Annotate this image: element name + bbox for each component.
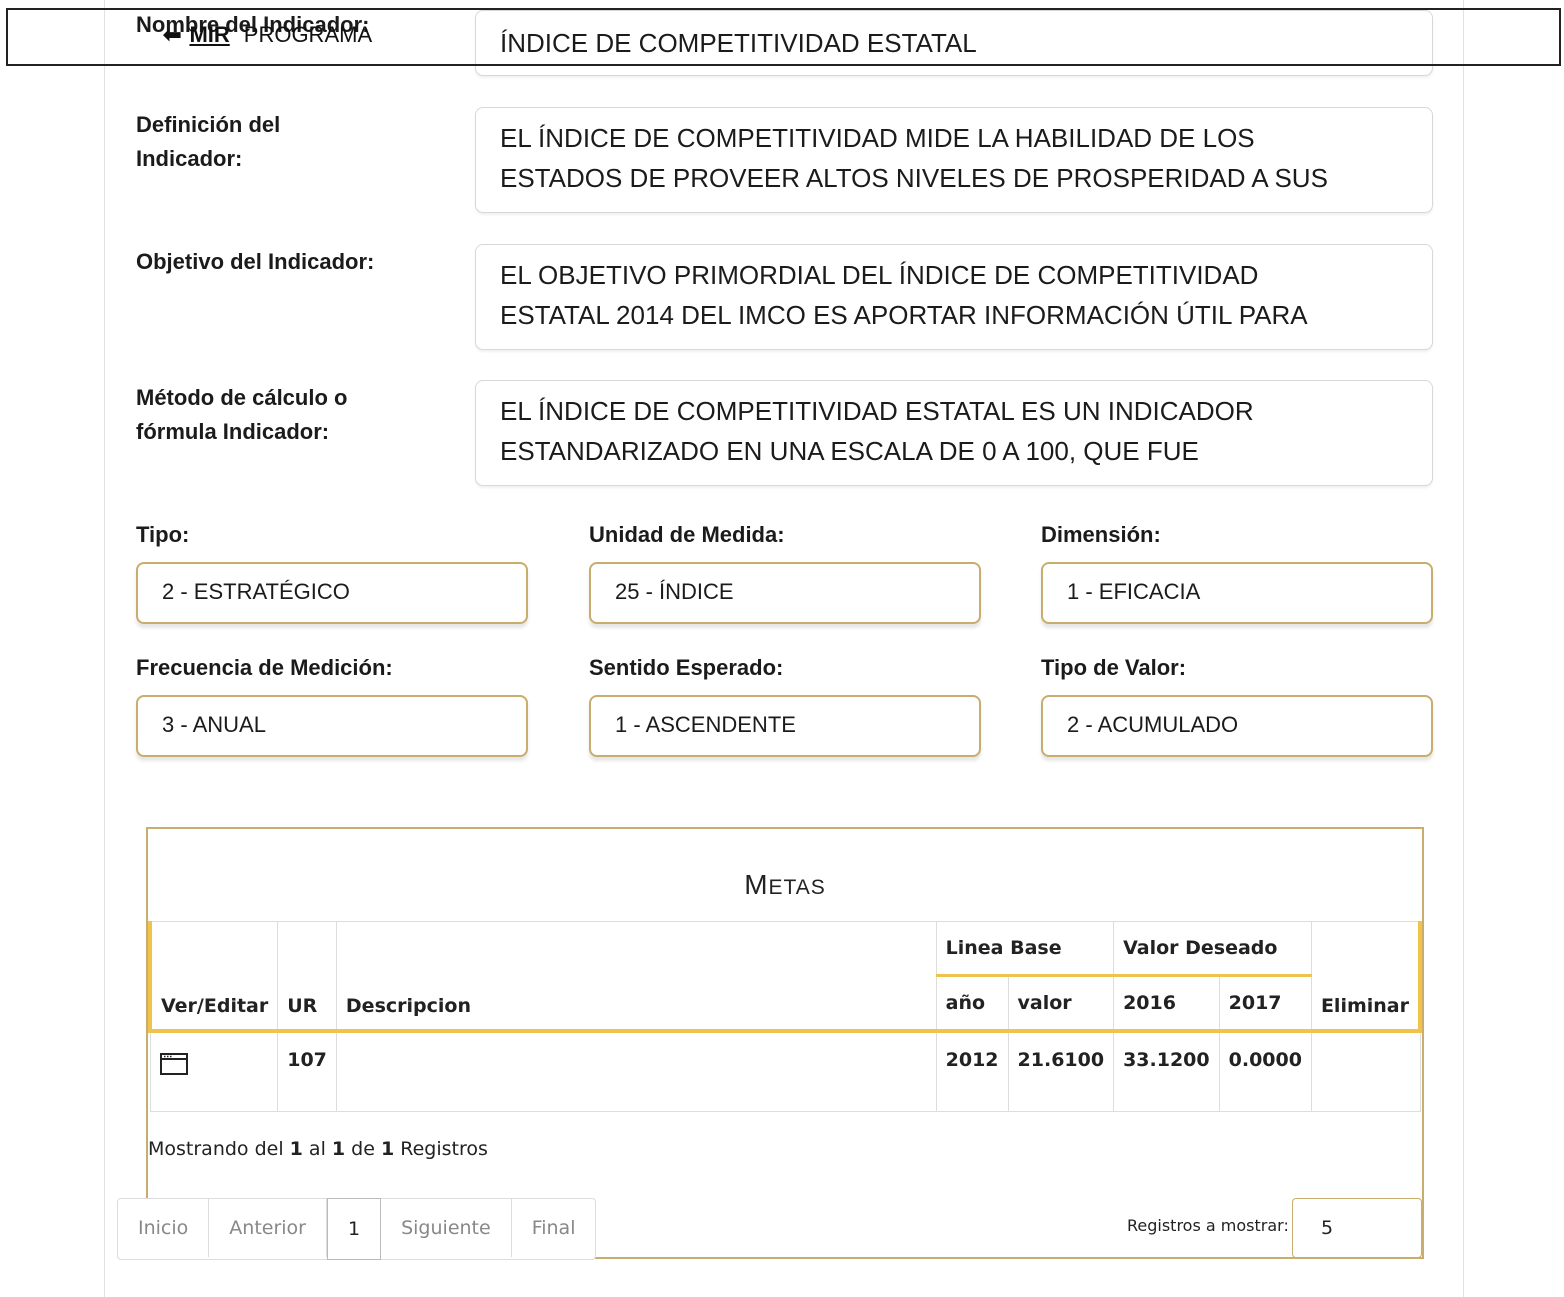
tipo-valor-label: Tipo de Valor: — [1041, 655, 1187, 680]
dimension-label: Dimensión: — [1041, 522, 1161, 547]
pager-final[interactable]: Final — [512, 1199, 596, 1257]
tipo-valor-value: 2 - ACUMULADO — [1067, 712, 1239, 737]
frecuencia-value: 3 - ANUAL — [162, 712, 266, 737]
dimension-value: 1 - EFICACIA — [1067, 579, 1201, 604]
header-ur: UR — [277, 921, 337, 1033]
definicion-value-line2: ESTADOS DE PROVEER ALTOS NIVELES DE PROS… — [500, 163, 1328, 193]
pager-page-1[interactable]: 1 — [327, 1198, 382, 1260]
cell-anio: 2012 — [935, 1030, 1009, 1112]
pagination: Inicio Anterior 1 Siguiente Final — [117, 1198, 597, 1260]
header-valor: valor — [1007, 975, 1115, 1033]
records-per-page-label: Registros a mostrar: — [1127, 1216, 1289, 1235]
objetivo-field[interactable]: EL OBJETIVO PRIMORDIAL DEL ÍNDICE DE COM… — [475, 244, 1433, 350]
metodo-label: Método de cálculo o fórmula Indicador: — [136, 381, 347, 449]
window-icon[interactable] — [159, 1053, 188, 1075]
metodo-label-line2: fórmula Indicador: — [136, 419, 330, 444]
metodo-label-line1: Método de cálculo o — [136, 385, 348, 410]
nav-link-mir[interactable]: MIR — [189, 22, 229, 48]
cell-2017: 0.0000 — [1218, 1030, 1312, 1112]
cell-descripcion — [335, 1030, 937, 1112]
metas-table: Ver/Editar UR Descripcion Linea Base Val… — [148, 921, 1422, 1112]
metas-title: METAS — [744, 869, 826, 900]
tipo-value: 2 - ESTRATÉGICO — [162, 579, 350, 604]
definicion-label: Definición del Indicador: — [136, 108, 280, 176]
cell-valor: 21.6100 — [1007, 1030, 1115, 1112]
objetivo-value-line1: EL OBJETIVO PRIMORDIAL DEL ÍNDICE DE COM… — [500, 260, 1259, 290]
definicion-value-line1: EL ÍNDICE DE COMPETITIVIDAD MIDE LA HABI… — [500, 123, 1255, 153]
header-ver-editar: Ver/Editar — [148, 921, 279, 1033]
records-info: Mostrando del 1 al 1 de 1 Registros — [148, 1138, 488, 1160]
header-2016: 2016 — [1113, 975, 1220, 1033]
tipo-valor-select[interactable]: 2 - ACUMULADO — [1041, 695, 1433, 757]
header-eliminar: Eliminar — [1310, 921, 1422, 1033]
nav-link-programa[interactable]: PROGRAMA — [244, 22, 372, 48]
tipo-label: Tipo: — [136, 522, 190, 547]
definicion-label-line1: Definición del — [136, 112, 281, 137]
header-2017: 2017 — [1218, 975, 1312, 1033]
sentido-label: Sentido Esperado: — [589, 655, 784, 680]
definicion-field[interactable]: EL ÍNDICE DE COMPETITIVIDAD MIDE LA HABI… — [475, 107, 1433, 213]
objetivo-label: Objetivo del Indicador: — [136, 249, 375, 274]
unidad-medida-value: 25 - ÍNDICE — [615, 579, 734, 604]
cell-eliminar[interactable] — [1310, 1030, 1421, 1112]
metodo-value-line2: ESTANDARIZADO EN UNA ESCALA DE 0 A 100, … — [500, 436, 1199, 466]
header-valor-deseado: Valor Deseado — [1113, 921, 1312, 977]
dimension-select[interactable]: 1 - EFICACIA — [1041, 562, 1433, 624]
top-nav-bar: ⬅ MIR PROGRAMA — [6, 8, 1561, 66]
sentido-value: 1 - ASCENDENTE — [615, 712, 796, 737]
tipo-select[interactable]: 2 - ESTRATÉGICO — [136, 562, 528, 624]
header-anio: año — [935, 975, 1009, 1033]
cell-ver-editar — [149, 1030, 279, 1112]
metas-panel: METAS Ver/Editar UR Descripcion Linea Ba… — [146, 827, 1424, 1259]
header-descripcion: Descripcion — [335, 921, 937, 1033]
metodo-field[interactable]: EL ÍNDICE DE COMPETITIVIDAD ESTATAL ES U… — [475, 380, 1433, 486]
pager-siguiente[interactable]: Siguiente — [381, 1199, 512, 1257]
records-per-page-select[interactable]: 5 — [1292, 1198, 1422, 1258]
metodo-value-line1: EL ÍNDICE DE COMPETITIVIDAD ESTATAL ES U… — [500, 396, 1254, 426]
pager-inicio[interactable]: Inicio — [118, 1199, 210, 1257]
unidad-medida-select[interactable]: 25 - ÍNDICE — [589, 562, 981, 624]
cell-2016: 33.1200 — [1113, 1030, 1220, 1112]
unidad-medida-label: Unidad de Medida: — [589, 522, 785, 547]
cell-ur: 107 — [277, 1030, 337, 1112]
objetivo-value-line2: ESTATAL 2014 DEL IMCO ES APORTAR INFORMA… — [500, 300, 1308, 330]
definicion-label-line2: Indicador: — [136, 146, 243, 171]
sentido-select[interactable]: 1 - ASCENDENTE — [589, 695, 981, 757]
header-linea-base: Linea Base — [935, 921, 1115, 977]
records-per-page-value: 5 — [1321, 1217, 1334, 1239]
arrow-left-icon[interactable]: ⬅ — [163, 24, 181, 46]
frecuencia-select[interactable]: 3 - ANUAL — [136, 695, 528, 757]
pager-anterior[interactable]: Anterior — [209, 1199, 327, 1257]
table-row: 107 2012 21.6100 33.1200 0.0000 — [149, 1030, 1421, 1112]
frecuencia-label: Frecuencia de Medición: — [136, 655, 393, 680]
